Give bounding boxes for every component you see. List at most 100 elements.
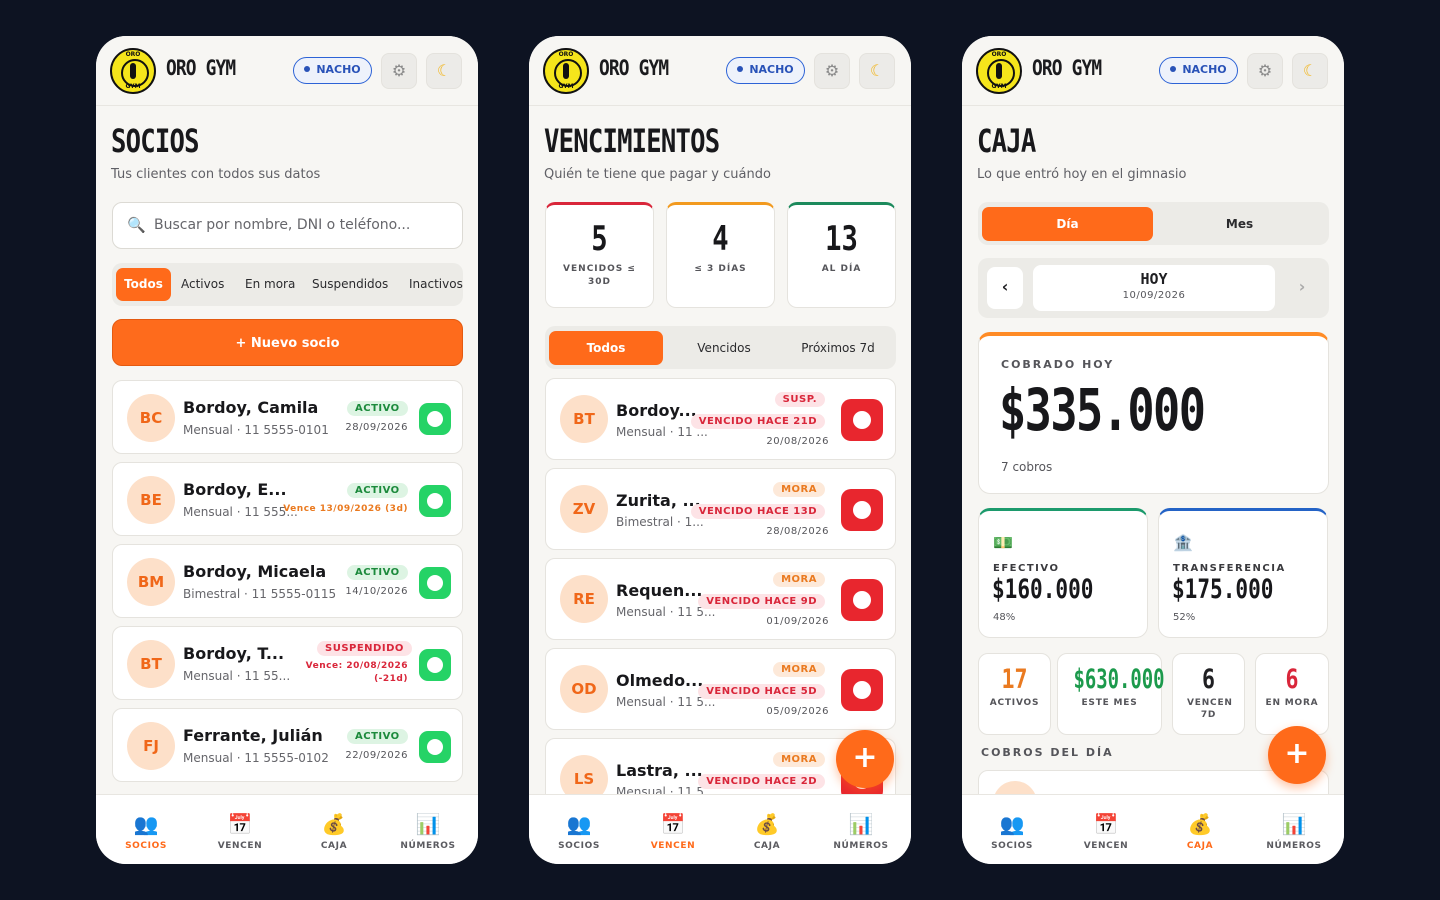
- member-card[interactable]: FJ Ferrante, Julián Mensual · 11 5555-01…: [112, 708, 463, 782]
- tab-dia[interactable]: Día: [982, 207, 1153, 241]
- stat-3-dias[interactable]: 4 ≤ 3 DÍAS: [666, 202, 775, 308]
- message-button[interactable]: [841, 669, 883, 711]
- mini-stat-mora[interactable]: 6 EN MORA: [1255, 653, 1329, 735]
- new-member-button[interactable]: + Nuevo socio: [112, 319, 463, 366]
- member-name: Bordoy, E...: [183, 480, 287, 499]
- member-card[interactable]: BC Bordoy, Camila Mensual · 11 5555-0101…: [112, 380, 463, 454]
- filter-inactivos[interactable]: Inactivos: [409, 268, 463, 301]
- theme-toggle-button[interactable]: ☾: [426, 53, 462, 89]
- member-card[interactable]: BE Bordoy, E... Mensual · 11 555... ACTI…: [112, 462, 463, 536]
- overdue-badge: VENCIDO HACE 13D: [690, 504, 825, 519]
- nav-socios[interactable]: 👥 SOCIOS: [972, 813, 1052, 851]
- bottom-nav: 👥 SOCIOS 📅 VENCEN 💰 CAJA 📊 NÚMEROS: [962, 794, 1344, 864]
- due-card[interactable]: ZV Zurita, ... Bimestral · 1... MORA VEN…: [545, 468, 896, 550]
- member-card[interactable]: BM Bordoy, Micaela Bimestral · 11 5555-0…: [112, 544, 463, 618]
- filter-activos[interactable]: Activos: [181, 268, 224, 301]
- mini-stat-activos[interactable]: 17 ACTIVOS: [978, 653, 1051, 735]
- bank-icon: 🏦: [1173, 533, 1193, 552]
- user-badge[interactable]: NACHO: [1159, 57, 1238, 84]
- avatar: BM: [127, 558, 175, 606]
- whatsapp-button[interactable]: [419, 485, 451, 517]
- nav-label: CAJA: [320, 841, 348, 851]
- logo-bottom-text: GYM: [125, 83, 141, 90]
- money-bag-icon: 💰: [1187, 812, 1213, 836]
- gym-logo: ORO GYM: [110, 48, 156, 94]
- page-subtitle: Tus clientes con todos sus datos: [111, 167, 321, 182]
- theme-toggle-button[interactable]: ☾: [1292, 53, 1328, 89]
- theme-toggle-button[interactable]: ☾: [859, 53, 895, 89]
- collected-label: COBRADO HOY: [1001, 358, 1115, 371]
- cash-percent: 48%: [993, 612, 1016, 623]
- people-icon: 👥: [133, 812, 159, 836]
- add-button[interactable]: +: [836, 730, 894, 788]
- money-bag-icon: 💰: [754, 812, 780, 836]
- settings-button[interactable]: ⚙: [381, 53, 417, 89]
- filter-tabs: Todos Activos En mora Suspendidos Inacti…: [112, 263, 463, 306]
- overdue-badge: VENCIDO HACE 9D: [698, 594, 825, 609]
- page-subtitle: Quién te tiene que pagar y cuándo: [544, 167, 771, 182]
- tab-proximos[interactable]: Próximos 7d: [781, 331, 895, 365]
- member-name: Bordoy, T...: [183, 644, 285, 663]
- message-button[interactable]: [841, 579, 883, 621]
- due-card[interactable]: OD Olmedo... Mensual · 11 5... MORA VENC…: [545, 648, 896, 730]
- settings-button[interactable]: ⚙: [814, 53, 850, 89]
- whatsapp-button[interactable]: [419, 567, 451, 599]
- nav-caja[interactable]: 💰 CAJA: [727, 813, 807, 851]
- whatsapp-button[interactable]: [419, 731, 451, 763]
- user-badge[interactable]: NACHO: [293, 57, 372, 84]
- prev-day-button[interactable]: ‹: [987, 267, 1023, 309]
- plus-icon: +: [852, 740, 878, 775]
- message-button[interactable]: [841, 399, 883, 441]
- nav-numeros[interactable]: 📊 NÚMEROS: [388, 813, 468, 851]
- stat-label: VENCIDOS ≤ 30D: [563, 264, 636, 287]
- bar-chart-icon: 📊: [1281, 812, 1307, 836]
- mini-stat-vencen[interactable]: 6 VENCEN 7D: [1172, 653, 1245, 735]
- nav-label: CAJA: [753, 841, 781, 851]
- filter-todos[interactable]: Todos: [116, 268, 171, 301]
- due-date: Vence: 20/08/2026: [305, 661, 408, 671]
- status-badge: SUSP.: [774, 392, 825, 407]
- nav-caja[interactable]: 💰 CAJA: [1160, 813, 1240, 851]
- user-badge[interactable]: NACHO: [726, 57, 805, 84]
- moon-icon: ☾: [1302, 61, 1318, 80]
- message-button[interactable]: [841, 489, 883, 531]
- next-day-button[interactable]: ›: [1284, 267, 1320, 309]
- nav-socios[interactable]: 👥 SOCIOS: [539, 813, 619, 851]
- due-date: 20/08/2026: [766, 436, 829, 447]
- transfer-card: 🏦 TRANSFERENCIA $175.000 52%: [1158, 508, 1328, 638]
- nav-numeros[interactable]: 📊 NÚMEROS: [821, 813, 901, 851]
- tab-vencidos[interactable]: Vencidos: [667, 331, 781, 365]
- bottom-nav: 👥 SOCIOS 📅 VENCEN 💰 CAJA 📊 NÚMEROS: [96, 794, 478, 864]
- nav-label: CAJA: [1186, 841, 1214, 851]
- whatsapp-button[interactable]: [419, 403, 451, 435]
- nav-vencen[interactable]: 📅 VENCEN: [200, 813, 280, 851]
- current-date[interactable]: HOY 10/09/2026: [1033, 265, 1275, 311]
- member-card[interactable]: BT Bordoy, T... Mensual · 11 55... SUSPE…: [112, 626, 463, 700]
- nav-label: VENCEN: [1083, 841, 1129, 851]
- stat-vencidos[interactable]: 5 VENCIDOS ≤ 30D: [545, 202, 654, 308]
- member-meta: Bimestral · 11 5555-0115: [183, 587, 337, 601]
- due-card[interactable]: BT Bordoy... Mensual · 11 ... SUSP. VENC…: [545, 378, 896, 460]
- nav-vencen[interactable]: 📅 VENCEN: [633, 813, 713, 851]
- tab-todos[interactable]: Todos: [549, 331, 663, 365]
- due-card[interactable]: RE Requen... Mensual · 11 5... MORA VENC…: [545, 558, 896, 640]
- add-button[interactable]: +: [1268, 726, 1326, 784]
- search-input[interactable]: 🔍 Buscar por nombre, DNI o teléfono...: [112, 202, 463, 249]
- nav-caja[interactable]: 💰 CAJA: [294, 813, 374, 851]
- user-name: NACHO: [1182, 63, 1227, 76]
- member-name: Bordoy, Camila: [183, 398, 319, 417]
- filter-suspendidos[interactable]: Suspendidos: [312, 268, 388, 301]
- nav-vencen[interactable]: 📅 VENCEN: [1066, 813, 1146, 851]
- mini-stat-mes[interactable]: $630.000 ESTE MES: [1057, 653, 1164, 735]
- whatsapp-button[interactable]: [419, 649, 451, 681]
- nav-socios[interactable]: 👥 SOCIOS: [106, 813, 186, 851]
- tab-mes[interactable]: Mes: [1154, 207, 1325, 241]
- bar-chart-icon: 📊: [848, 812, 874, 836]
- stat-al-dia[interactable]: 13 AL DÍA: [787, 202, 896, 308]
- nav-numeros[interactable]: 📊 NÚMEROS: [1254, 813, 1334, 851]
- settings-button[interactable]: ⚙: [1247, 53, 1283, 89]
- filter-en-mora[interactable]: En mora: [245, 268, 295, 301]
- people-icon: 👥: [999, 812, 1025, 836]
- status-badge: MORA: [773, 482, 825, 497]
- member-meta: Mensual · 11 5555-0102: [183, 751, 329, 765]
